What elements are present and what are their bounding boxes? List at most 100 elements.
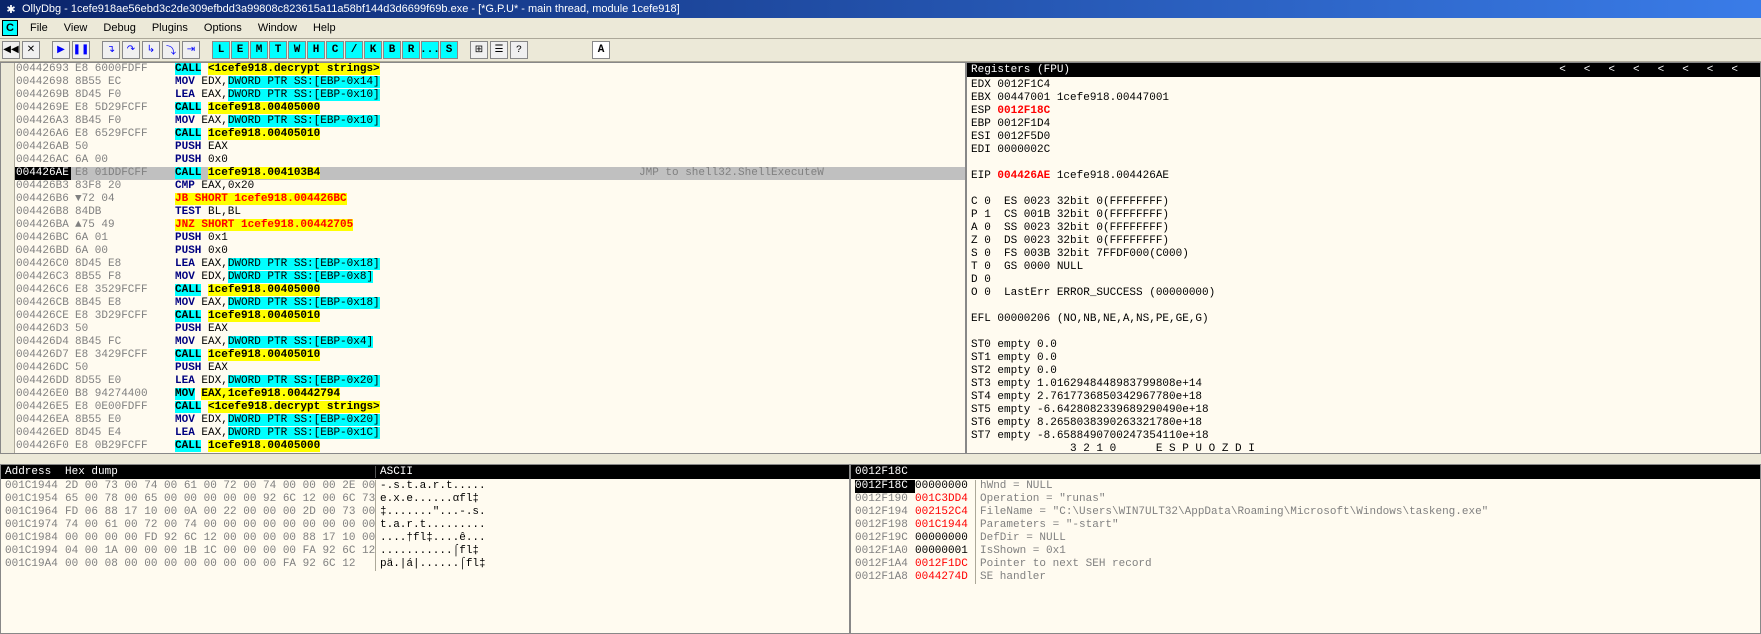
disasm-row[interactable]: 004426BC6A 01PUSH 0x1 bbox=[15, 232, 965, 245]
disasm-row[interactable]: 004426D350PUSH EAX bbox=[15, 323, 965, 336]
disasm-row[interactable]: 004426C38B55 F8MOV EDX,DWORD PTR SS:[EBP… bbox=[15, 271, 965, 284]
dump-row[interactable]: 001C198400 00 00 00 FD 92 6C 12 00 00 00… bbox=[5, 532, 845, 545]
disasm-row[interactable]: 00442693E8 6000FDFFCALL <1cefe918.decryp… bbox=[15, 63, 965, 76]
disasm-row[interactable]: 004426A6E8 6529FCFFCALL 1cefe918.0040501… bbox=[15, 128, 965, 141]
register-line: ST7 empty -8.6588490700247354110e+18 bbox=[971, 430, 1756, 443]
register-line: EDI 0000002C bbox=[971, 144, 1756, 157]
disasm-row[interactable]: 004426DC50PUSH EAX bbox=[15, 362, 965, 375]
disasm-row[interactable]: 0044269B8D45 F0LEA EAX,DWORD PTR SS:[EBP… bbox=[15, 89, 965, 102]
view-grid1[interactable]: ⊞ bbox=[470, 41, 488, 59]
stack-row[interactable]: 0012F18C00000000hWnd = NULL bbox=[855, 480, 1756, 493]
register-line bbox=[971, 183, 1756, 196]
tool-r[interactable]: R bbox=[402, 41, 420, 59]
disasm-row[interactable]: 004426F58B45 E4MOV EAX,DWORD PTR SS:[EBP… bbox=[15, 453, 965, 454]
disasm-row[interactable]: 004426AB50PUSH EAX bbox=[15, 141, 965, 154]
stack-row[interactable]: 0012F1A000000001IsShown = 0x1 bbox=[855, 545, 1756, 558]
traceover-button[interactable]: ⤵ bbox=[162, 41, 180, 59]
tool-h[interactable]: H bbox=[307, 41, 325, 59]
dump-row[interactable]: 001C197474 00 61 00 72 00 74 00 00 00 00… bbox=[5, 519, 845, 532]
dump-row[interactable]: 001C19A400 00 08 00 00 00 00 00 00 00 00… bbox=[5, 558, 845, 571]
tool-/[interactable]: / bbox=[345, 41, 363, 59]
dump-row[interactable]: 001C195465 00 78 00 65 00 00 00 00 00 92… bbox=[5, 493, 845, 506]
stack-row[interactable]: 0012F19C00000000DefDir = NULL bbox=[855, 532, 1756, 545]
tool-e[interactable]: E bbox=[231, 41, 249, 59]
disasm-row[interactable]: 004426988B55 ECMOV EDX,DWORD PTR SS:[EBP… bbox=[15, 76, 965, 89]
tool-t[interactable]: T bbox=[269, 41, 287, 59]
disasm-row[interactable]: 004426BD6A 00PUSH 0x0 bbox=[15, 245, 965, 258]
menu-debug[interactable]: Debug bbox=[95, 20, 143, 36]
disasm-row[interactable]: 0044269EE8 5D29FCFFCALL 1cefe918.0040500… bbox=[15, 102, 965, 115]
registers-pane[interactable]: Registers (FPU) <<<<<<<< EDX 0012F1C4EBX… bbox=[966, 62, 1761, 454]
title-text: OllyDbg - 1cefe918ae56ebd3c2de309efbdd3a… bbox=[22, 3, 680, 15]
menu-bar: C File View Debug Plugins Options Window… bbox=[0, 18, 1761, 39]
cpu-icon[interactable]: C bbox=[2, 20, 18, 36]
stack-row[interactable]: 0012F1A40012F1DCPointer to next SEH reco… bbox=[855, 558, 1756, 571]
menu-file[interactable]: File bbox=[22, 20, 56, 36]
stack-row[interactable]: 0012F190001C3DD4Operation = "runas" bbox=[855, 493, 1756, 506]
dump-row[interactable]: 001C199404 00 1A 00 00 00 1B 1C 00 00 00… bbox=[5, 545, 845, 558]
register-line: ST5 empty -6.6428082339689290490e+18 bbox=[971, 404, 1756, 417]
disasm-row[interactable]: 004426AC6A 00PUSH 0x0 bbox=[15, 154, 965, 167]
disasm-row[interactable]: 004426D7E8 3429FCFFCALL 1cefe918.0040501… bbox=[15, 349, 965, 362]
disasm-row[interactable]: 004426CB8B45 E8MOV EAX,DWORD PTR SS:[EBP… bbox=[15, 297, 965, 310]
disasm-row[interactable]: 004426EA8B55 E0MOV EDX,DWORD PTR SS:[EBP… bbox=[15, 414, 965, 427]
disassembly-pane[interactable]: 00442693E8 6000FDFFCALL <1cefe918.decryp… bbox=[0, 62, 966, 454]
disasm-row[interactable]: 004426DD8D55 E0LEA EDX,DWORD PTR SS:[EBP… bbox=[15, 375, 965, 388]
tool-w[interactable]: W bbox=[288, 41, 306, 59]
menu-view[interactable]: View bbox=[56, 20, 96, 36]
traceinto-button[interactable]: ↳ bbox=[142, 41, 160, 59]
register-line bbox=[971, 157, 1756, 170]
tool-...[interactable]: ... bbox=[421, 41, 439, 59]
tool-b[interactable]: B bbox=[383, 41, 401, 59]
disasm-row[interactable]: 004426BA▲75 49JNZ SHORT 1cefe918.0044270… bbox=[15, 219, 965, 232]
app-icon: ✱ bbox=[4, 2, 18, 16]
menu-window[interactable]: Window bbox=[250, 20, 305, 36]
dump-row[interactable]: 001C19442D 00 73 00 74 00 61 00 72 00 74… bbox=[5, 480, 845, 493]
disasm-row[interactable]: 004426CEE8 3D29FCFFCALL 1cefe918.0040501… bbox=[15, 310, 965, 323]
pause-button[interactable]: ❚❚ bbox=[72, 41, 90, 59]
disasm-row[interactable]: 004426B6▼72 04JB SHORT 1cefe918.004426BC bbox=[15, 193, 965, 206]
stack-row[interactable]: 0012F194002152C4FileName = "C:\Users\WIN… bbox=[855, 506, 1756, 519]
register-line: ST1 empty 0.0 bbox=[971, 352, 1756, 365]
tool-k[interactable]: K bbox=[364, 41, 382, 59]
stepover-button[interactable]: ↷ bbox=[122, 41, 140, 59]
stack-pane[interactable]: 0012F18C 0012F18C00000000hWnd = NULL0012… bbox=[850, 464, 1761, 634]
register-line: ST0 empty 0.0 bbox=[971, 339, 1756, 352]
rewind-button[interactable]: ◀◀ bbox=[2, 41, 20, 59]
hex-dump-pane[interactable]: Address Hex dump ASCII 001C19442D 00 73 … bbox=[0, 464, 850, 634]
dump-hdr-ascii: ASCII bbox=[375, 466, 413, 478]
menu-help[interactable]: Help bbox=[305, 20, 344, 36]
disasm-row[interactable]: 004426E5E8 0E00FDFFCALL <1cefe918.decryp… bbox=[15, 401, 965, 414]
register-line: ST4 empty 2.7617736850342967780e+18 bbox=[971, 391, 1756, 404]
view-grid2[interactable]: ☰ bbox=[490, 41, 508, 59]
menu-plugins[interactable]: Plugins bbox=[144, 20, 196, 36]
register-line: Z 0 DS 0023 32bit 0(FFFFFFFF) bbox=[971, 235, 1756, 248]
disasm-row[interactable]: 004426E0B8 94274400MOV EAX,1cefe918.0044… bbox=[15, 388, 965, 401]
disasm-row[interactable]: 004426AEE8 01DDFCFFCALL 1cefe918.004103B… bbox=[15, 167, 965, 180]
tool-m[interactable]: M bbox=[250, 41, 268, 59]
close-button[interactable]: ✕ bbox=[22, 41, 40, 59]
disasm-row[interactable]: 004426C08D45 E8LEA EAX,DWORD PTR SS:[EBP… bbox=[15, 258, 965, 271]
ascii-toggle[interactable]: A bbox=[592, 41, 610, 59]
help-button[interactable]: ? bbox=[510, 41, 528, 59]
register-line: 3 2 1 0 E S P U O Z D I bbox=[971, 443, 1756, 454]
run-button[interactable]: ▶ bbox=[52, 41, 70, 59]
execute-till-button[interactable]: ⇥ bbox=[182, 41, 200, 59]
reg-tabs[interactable]: <<<<<<<< bbox=[1559, 64, 1756, 76]
register-line: T 0 GS 0000 NULL bbox=[971, 261, 1756, 274]
tool-s[interactable]: S bbox=[440, 41, 458, 59]
stack-row[interactable]: 0012F1A80044274DSE handler bbox=[855, 571, 1756, 584]
stepinto-button[interactable]: ↴ bbox=[102, 41, 120, 59]
tool-l[interactable]: L bbox=[212, 41, 230, 59]
dump-row[interactable]: 001C1964FD 06 88 17 10 00 0A 00 22 00 00… bbox=[5, 506, 845, 519]
disasm-row[interactable]: 004426D48B45 FCMOV EAX,DWORD PTR SS:[EBP… bbox=[15, 336, 965, 349]
disasm-row[interactable]: 004426B884DBTEST BL,BL bbox=[15, 206, 965, 219]
disasm-row[interactable]: 004426B383F8 20CMP EAX,0x20 bbox=[15, 180, 965, 193]
disasm-row[interactable]: 004426F0E8 0B29FCFFCALL 1cefe918.0040500… bbox=[15, 440, 965, 453]
disasm-row[interactable]: 004426ED8D45 E4LEA EAX,DWORD PTR SS:[EBP… bbox=[15, 427, 965, 440]
disasm-row[interactable]: 004426C6E8 3529FCFFCALL 1cefe918.0040500… bbox=[15, 284, 965, 297]
stack-row[interactable]: 0012F198001C1944Parameters = "-start" bbox=[855, 519, 1756, 532]
disasm-row[interactable]: 004426A38B45 F0MOV EAX,DWORD PTR SS:[EBP… bbox=[15, 115, 965, 128]
menu-options[interactable]: Options bbox=[196, 20, 250, 36]
tool-c[interactable]: C bbox=[326, 41, 344, 59]
